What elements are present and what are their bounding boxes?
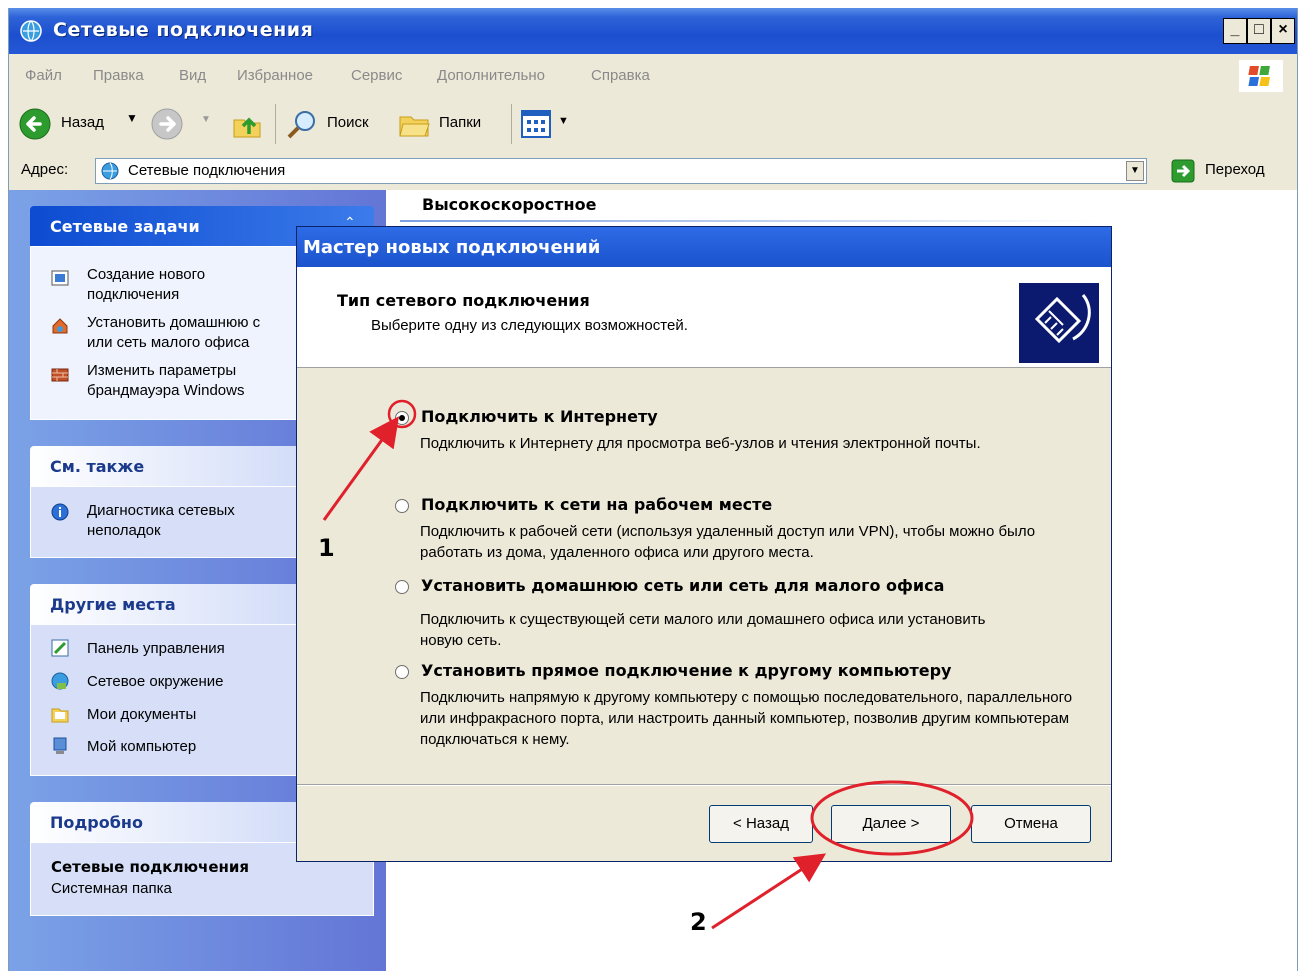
title-bar[interactable]: Сетевые подключения _ □ × — [9, 8, 1297, 54]
option-internet-radio[interactable] — [395, 411, 409, 425]
option-workplace-title[interactable]: Подключить к сети на рабочем месте — [421, 495, 772, 514]
see-also-diagnostics[interactable]: Диагностика сетевых неполадок — [87, 501, 235, 541]
forward-dropdown-icon[interactable]: ▼ — [201, 114, 211, 125]
other-places-title: Другие места — [50, 595, 176, 614]
firewall-icon — [51, 368, 69, 382]
place-my-computer[interactable]: Мой компьютер — [87, 737, 196, 757]
place-network[interactable]: Сетевое окружение — [87, 672, 224, 692]
network-connections-icon — [20, 20, 42, 42]
menu-bar: Файл Правка Вид Избранное Сервис Дополни… — [9, 54, 1297, 99]
new-connection-icon — [51, 270, 69, 286]
wizard-header: Тип сетевого подключения Выберите одну и… — [297, 267, 1111, 368]
option-workplace-desc: Подключить к рабочей сети (используя уда… — [420, 523, 1036, 561]
menu-advanced[interactable]: Дополнительно — [437, 67, 545, 84]
option-internet-desc: Подключить к Интернету для просмотра веб… — [420, 435, 981, 452]
address-field[interactable]: Сетевые подключения ▼ — [95, 158, 1147, 184]
option-direct-desc: Подключить напрямую к другому компьютеру… — [420, 689, 1073, 748]
wizard-divider — [297, 784, 1111, 786]
back-arrow-icon[interactable] — [19, 108, 51, 140]
network-connections-icon — [101, 162, 119, 180]
option-direct-radio[interactable] — [395, 665, 409, 679]
toolbar: Назад ▼ ▼ Поиск Папки ▼ — [9, 98, 1297, 153]
details-type: Системная папка — [51, 880, 172, 897]
my-documents-icon — [51, 708, 69, 723]
maximize-button[interactable]: □ — [1247, 18, 1271, 44]
folder-up-icon[interactable] — [231, 108, 263, 140]
control-panel-icon — [51, 639, 69, 657]
annotation-number-2: 2 — [690, 908, 707, 936]
menu-tools[interactable]: Сервис — [351, 67, 402, 84]
address-bar: Адрес: Сетевые подключения ▼ Переход — [9, 152, 1297, 191]
option-home-network-radio[interactable] — [395, 580, 409, 594]
forward-arrow-icon[interactable] — [151, 108, 183, 140]
toolbar-separator — [511, 104, 512, 144]
back-dropdown-icon[interactable]: ▼ — [126, 111, 138, 125]
wizard-title: Мастер новых подключений — [303, 237, 601, 258]
close-button[interactable]: × — [1271, 18, 1295, 44]
go-button-label[interactable]: Переход — [1205, 161, 1265, 178]
home-network-icon — [52, 318, 68, 334]
folders-button-label[interactable]: Папки — [439, 114, 481, 131]
option-workplace-radio[interactable] — [395, 499, 409, 513]
cancel-button[interactable]: Отмена — [971, 805, 1091, 843]
option-direct-title[interactable]: Установить прямое подключение к другому … — [421, 661, 951, 680]
new-connection-wizard: Мастер новых подключений Тип сетевого по… — [296, 226, 1112, 862]
address-dropdown-icon[interactable]: ▼ — [1126, 161, 1144, 181]
task-firewall[interactable]: Изменить параметры брандмауэра Windows — [87, 361, 245, 401]
menu-file[interactable]: Файл — [25, 67, 62, 84]
search-icon[interactable] — [285, 108, 319, 140]
views-dropdown-icon[interactable]: ▼ — [558, 115, 569, 127]
my-computer-icon — [53, 737, 67, 754]
window-title: Сетевые подключения — [53, 19, 314, 41]
see-also-title: См. также — [50, 457, 145, 476]
info-icon — [51, 503, 69, 521]
place-my-documents[interactable]: Мои документы — [87, 705, 196, 725]
wizard-header-title: Тип сетевого подключения — [337, 291, 590, 310]
address-value: Сетевые подключения — [128, 162, 286, 179]
wizard-title-bar[interactable]: Мастер новых подключений — [297, 227, 1111, 267]
menu-favorites[interactable]: Избранное — [237, 67, 313, 84]
option-home-network-desc: Подключить к существующей сети малого ил… — [420, 611, 986, 649]
folders-icon[interactable] — [397, 108, 431, 140]
toolbar-separator — [275, 104, 276, 144]
details-name: Сетевые подключения — [51, 858, 250, 876]
minimize-button[interactable]: _ — [1223, 18, 1247, 44]
search-button-label[interactable]: Поиск — [327, 114, 369, 131]
menu-edit[interactable]: Правка — [93, 67, 144, 84]
back-button[interactable]: < Назад — [709, 805, 813, 843]
go-arrow-icon[interactable] — [1171, 159, 1195, 183]
option-home-network-title[interactable]: Установить домашнюю сеть или сеть для ма… — [421, 576, 944, 595]
wizard-header-subtitle: Выберите одну из следующих возможностей. — [371, 317, 688, 334]
network-cable-icon — [1019, 283, 1099, 363]
annotation-number-1: 1 — [318, 534, 335, 562]
next-button[interactable]: Далее > — [831, 805, 951, 843]
network-places-icon — [51, 672, 69, 690]
menu-help[interactable]: Справка — [591, 67, 650, 84]
task-new-connection[interactable]: Создание нового подключения — [87, 265, 205, 305]
menu-view[interactable]: Вид — [179, 67, 206, 84]
place-control-panel[interactable]: Панель управления — [87, 639, 225, 659]
task-home-network[interactable]: Установить домашнюю с или сеть малого офи… — [87, 313, 260, 353]
views-icon[interactable] — [521, 110, 551, 138]
windows-logo-icon — [1239, 60, 1283, 92]
back-button-label[interactable]: Назад — [61, 114, 104, 131]
group-heading: Высокоскоростное — [422, 195, 597, 214]
group-divider — [400, 220, 1100, 222]
option-internet-title[interactable]: Подключить к Интернету — [421, 407, 658, 426]
network-tasks-title: Сетевые задачи — [50, 217, 200, 236]
address-label: Адрес: — [21, 161, 69, 178]
details-title: Подробно — [50, 813, 143, 832]
